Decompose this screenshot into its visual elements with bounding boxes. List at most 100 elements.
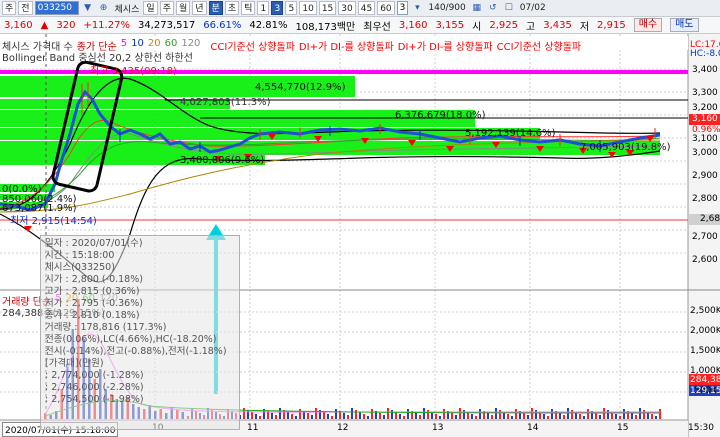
volume-bar xyxy=(655,416,657,419)
interval-1-button[interactable]: 1 xyxy=(257,1,270,15)
chart-toolbar: 주 전 033250 ▼ ⊕ 체시스 일 주 월 년 분 초 틱 1 3 5 1… xyxy=(0,0,720,17)
volume-bar xyxy=(443,409,445,419)
price-tick-2900: 2,900 xyxy=(692,171,718,181)
volume-bar xyxy=(323,412,325,419)
link-icon[interactable]: ⊕ xyxy=(97,1,111,15)
volume-bar xyxy=(363,414,365,419)
buy-button[interactable]: 매수 xyxy=(633,18,663,32)
info-line: 전시(-0.14%),전고(-0.88%),전저(-1.18%) xyxy=(45,346,227,357)
checkbox-icon[interactable]: ☐ xyxy=(502,1,516,15)
low-marker-label: 최저 2,915(14:54) xyxy=(10,216,97,227)
time-tick-13: 13 xyxy=(432,423,444,433)
stock-code-input[interactable]: 033250 xyxy=(34,1,79,15)
zone-label-6: 3,400,806(9.6%) xyxy=(180,155,265,166)
volume-bar xyxy=(291,414,293,419)
info-line: 시가 : 2,800 (-0.18%) xyxy=(45,274,143,285)
interval-5-button[interactable]: 5 xyxy=(285,1,298,15)
volume-bar xyxy=(315,408,317,419)
volume-bar xyxy=(463,410,465,419)
volume-bar xyxy=(383,415,385,419)
toolbar-prev-button[interactable]: 전 xyxy=(18,1,33,15)
price-change-pct: +11.27% xyxy=(83,19,130,31)
price-tick-2800: 2,800 xyxy=(692,194,718,204)
volume-bar xyxy=(275,415,277,419)
date-field[interactable]: 07/02 xyxy=(518,3,548,13)
current-price-axis-label: 3,160 xyxy=(692,114,718,124)
volume-bar xyxy=(347,415,349,419)
volume-bar xyxy=(587,409,589,419)
volume-bar xyxy=(335,409,337,419)
volume-bar xyxy=(511,416,513,419)
volume-bar xyxy=(643,410,645,419)
volume-tick-2000k: 2,000K xyxy=(690,326,720,336)
high-price: 3,435 xyxy=(543,19,572,31)
volume-bar xyxy=(295,416,297,419)
best-bid: 3,155 xyxy=(435,19,465,31)
trade-amount: 108,173백만 xyxy=(295,21,356,33)
info-line: : 2,774,000 (-1.28%) xyxy=(45,370,144,381)
period-tick-button[interactable]: 틱 xyxy=(241,1,256,15)
volume-bar xyxy=(659,409,661,419)
search-icon[interactable]: ▼ xyxy=(81,1,95,15)
interval-45-button[interactable]: 45 xyxy=(357,1,376,15)
grid-icon[interactable]: ▦ xyxy=(470,1,484,15)
volume-bar xyxy=(367,416,369,419)
volume-bar xyxy=(403,416,405,419)
interval-input[interactable]: 3 xyxy=(396,1,409,15)
volume-bar xyxy=(439,416,441,419)
volume-bar xyxy=(479,409,481,419)
bar-count: 140/900 xyxy=(428,3,466,13)
info-line: 일자 : 2020/07/01(수) xyxy=(45,238,143,249)
volume-bar xyxy=(307,413,309,419)
price-tick-3200: 3,200 xyxy=(692,103,718,113)
period-month-button[interactable]: 월 xyxy=(175,1,191,15)
volume-bar xyxy=(615,414,617,419)
volume-bar xyxy=(259,416,261,419)
period-week-button[interactable]: 주 xyxy=(159,1,174,15)
volume-bar xyxy=(379,413,381,419)
volume-bar xyxy=(543,414,545,419)
volume-bar xyxy=(579,414,581,419)
period-year-button[interactable]: 년 xyxy=(192,1,207,15)
period-minute-button[interactable]: 분 xyxy=(208,1,223,15)
current-price-pct: 0.96% xyxy=(692,125,720,135)
volume-bar xyxy=(531,408,533,419)
reference-price-axis-label: 2,68 xyxy=(700,214,720,224)
volume-bar xyxy=(431,412,433,419)
volume-bar xyxy=(455,415,457,419)
time-tick-15: 15 xyxy=(617,423,629,433)
reset-icon[interactable]: ↺ xyxy=(486,1,500,15)
volume-bar xyxy=(583,416,585,419)
volume-bar xyxy=(251,412,253,419)
volume-bar xyxy=(435,414,437,419)
period-day-button[interactable]: 일 xyxy=(143,1,158,15)
zone-label-5: 7,005,903(19.8%) xyxy=(580,142,671,153)
time-tick-12: 12 xyxy=(337,423,349,433)
up-arrow-icon: ▲ xyxy=(40,19,49,31)
price-tick-2700: 2,700 xyxy=(692,232,718,242)
crosshair-info-box: 일자 : 2020/07/01(수) 시간 : 15:18:00 체시스(033… xyxy=(40,235,240,430)
dropdown-icon[interactable]: ▾ xyxy=(410,1,424,15)
ref-volume-axis-label: 129,15 xyxy=(690,386,720,396)
volume-bar xyxy=(475,416,477,419)
interval-3-button[interactable]: 3 xyxy=(271,1,284,15)
volume-bar xyxy=(551,409,553,419)
interval-10-button[interactable]: 10 xyxy=(299,1,317,15)
low-label: 저 xyxy=(579,21,590,33)
interval-60-button[interactable]: 60 xyxy=(377,1,395,15)
hc-label: HC:-8.0 xyxy=(690,49,720,59)
interval-30-button[interactable]: 30 xyxy=(338,1,356,15)
volume-bar xyxy=(547,416,549,419)
quote-bar: 3,160 ▲ 320 +11.27% 34,273,517 66.61% 42… xyxy=(0,17,720,34)
trade-volume: 34,273,517 xyxy=(137,19,196,31)
interval-15-button[interactable]: 15 xyxy=(318,1,337,15)
toolbar-week-button[interactable]: 주 xyxy=(2,1,17,15)
price-tick-3000: 3,000 xyxy=(692,148,718,158)
sell-button[interactable]: 매도 xyxy=(670,18,699,32)
period-second-button[interactable]: 초 xyxy=(224,1,240,15)
volume-bar xyxy=(419,415,421,419)
volume-bar xyxy=(359,412,361,419)
price-tick-2600: 2,600 xyxy=(692,255,718,265)
price-tick-3400: 3,400 xyxy=(692,65,718,75)
info-line: 고가 : 2,815 (0.36%) xyxy=(45,286,140,297)
